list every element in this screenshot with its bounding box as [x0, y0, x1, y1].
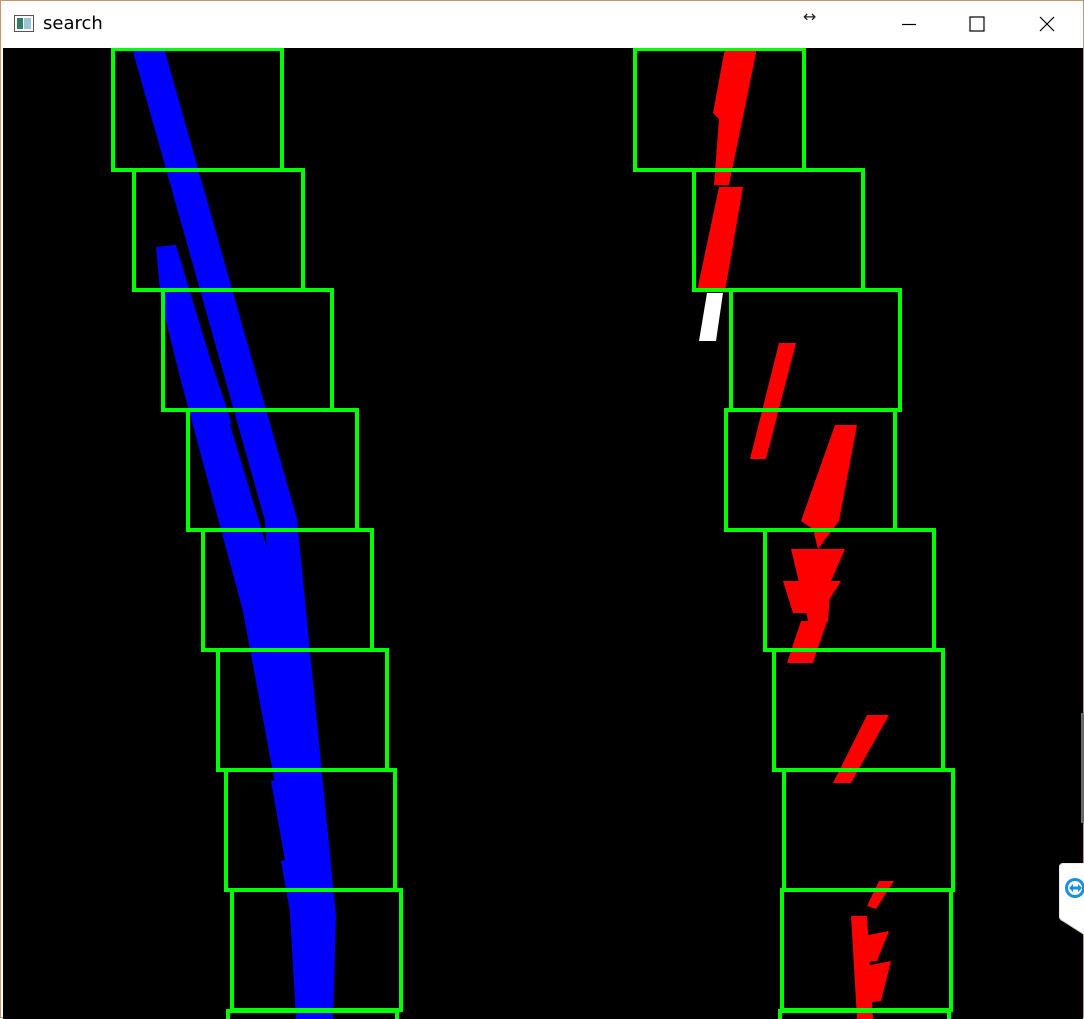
- image-viewport[interactable]: [3, 48, 1083, 1019]
- horizontal-resize-icon: ↔: [803, 7, 817, 26]
- close-icon: [1039, 16, 1055, 32]
- close-button[interactable]: [1013, 1, 1081, 47]
- minimize-button[interactable]: [875, 1, 943, 47]
- app-window: search ↔: [0, 0, 1084, 1019]
- minimize-icon: [902, 23, 916, 26]
- window-title: search: [43, 13, 103, 34]
- remote-control-icon[interactable]: [1059, 863, 1084, 935]
- maximize-button[interactable]: [943, 1, 1011, 47]
- title-bar[interactable]: search ↔: [1, 1, 1083, 47]
- lane-search-canvas: [3, 48, 1083, 1019]
- image-viewer-icon: [14, 15, 34, 32]
- maximize-icon: [969, 16, 985, 32]
